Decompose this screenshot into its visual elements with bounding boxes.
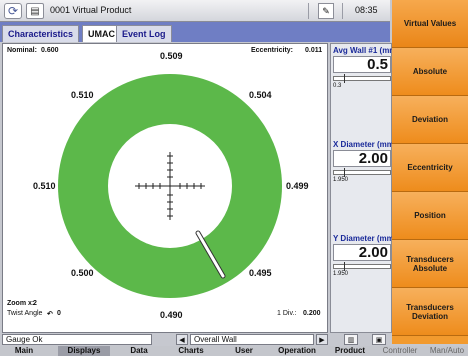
product-title: 0001 Virtual Product xyxy=(50,5,132,15)
division-label: 1 Div.: xyxy=(277,310,297,317)
document-icon[interactable]: ▤ xyxy=(26,3,44,19)
menu-virtual-values[interactable]: Virtual Values xyxy=(392,0,468,48)
reading-value: 2.00 xyxy=(333,150,391,167)
reading-value: 0.5 xyxy=(333,56,391,73)
zoom-label: Zoom x: xyxy=(7,300,35,307)
nav-data[interactable]: Data xyxy=(118,346,160,356)
reading-y-diameter[interactable]: Y Diameter (mm) 2.00 1.950 xyxy=(331,234,393,277)
menu-position[interactable]: Position xyxy=(392,192,468,240)
refresh-icon[interactable]: ⟳ xyxy=(4,3,22,19)
menu-eccentricity[interactable]: Eccentricity xyxy=(392,144,468,192)
status-row: Gauge Ok ◀ Overall Wall ▶ ▥ ▣ xyxy=(0,334,392,346)
nav-main[interactable]: Main xyxy=(0,346,48,356)
wall-value-left: 0.510 xyxy=(33,181,56,191)
nav-charts[interactable]: Charts xyxy=(168,346,214,356)
nav-operation[interactable]: Operation xyxy=(270,346,324,356)
reading-value: 2.00 xyxy=(333,244,391,261)
eccentricity-value: 0.011 xyxy=(305,47,323,54)
nav-user[interactable]: User xyxy=(222,346,266,356)
reading-min: 0.3 xyxy=(333,83,342,89)
reading-avg-wall[interactable]: Avg Wall #1 (mm) 0.5 0.3 xyxy=(331,46,393,89)
wall-value-right: 0.499 xyxy=(286,181,309,191)
clock-time: 08:35 xyxy=(355,5,378,15)
nav-product[interactable]: Product xyxy=(326,346,374,356)
divider xyxy=(342,3,343,19)
bottom-nav: Main Displays Data Charts User Operation… xyxy=(0,346,468,356)
reading-min: 1.950 xyxy=(333,177,349,183)
top-bar: ⟳ ▤ 0001 Virtual Product ✎ 08:35 xyxy=(0,0,390,22)
reading-title: Y Diameter (mm) xyxy=(333,234,393,243)
next-arrow-icon[interactable]: ▶ xyxy=(316,334,328,345)
reading-range-bar xyxy=(333,262,391,271)
reading-min: 1.950 xyxy=(333,271,349,277)
nav-man-auto[interactable]: Man/Auto xyxy=(426,346,468,356)
wall-value-bottom-left: 0.500 xyxy=(71,268,94,278)
eccentricity-label: Eccentricity: xyxy=(251,47,294,54)
reading-title: Avg Wall #1 (mm) xyxy=(333,46,393,55)
wall-plot-panel: Nominal: 0.600 Eccentricity: 0.011 0.509… xyxy=(2,43,328,333)
reading-title: X Diameter (mm) xyxy=(333,140,393,149)
side-menu: Virtual Values Absolute Deviation Eccent… xyxy=(392,0,468,344)
twist-angle-label: Twist Angle xyxy=(7,310,43,317)
reading-range-bar xyxy=(333,168,391,177)
twist-angle-value: 0 xyxy=(57,310,61,317)
readings-column: Avg Wall #1 (mm) 0.5 0.3 X Diameter (mm)… xyxy=(330,43,393,333)
tab-event-log[interactable]: Event Log xyxy=(116,25,172,42)
tab-characteristics[interactable]: Characteristics xyxy=(2,25,80,42)
zoom-value: 2 xyxy=(33,300,37,307)
nav-displays[interactable]: Displays xyxy=(58,346,110,356)
nav-controller[interactable]: Controller xyxy=(376,346,424,356)
menu-transducers-absolute[interactable]: Transducers Absolute xyxy=(392,240,468,288)
gauge-status: Gauge Ok xyxy=(2,334,152,345)
menu-deviation[interactable]: Deviation xyxy=(392,96,468,144)
reading-range-bar xyxy=(333,74,391,83)
edit-icon[interactable]: ✎ xyxy=(318,3,334,19)
wall-value-bottom-right: 0.495 xyxy=(249,268,272,278)
wall-value-top-right: 0.504 xyxy=(249,90,272,100)
nominal-label: Nominal: xyxy=(7,47,37,54)
previous-arrow-icon[interactable]: ◀ xyxy=(176,334,188,345)
tab-bar: Characteristics UMAC Event Log xyxy=(0,22,390,42)
document-icon[interactable]: ▥ xyxy=(344,334,358,345)
wall-value-top-left: 0.510 xyxy=(71,90,94,100)
nominal-value: 0.600 xyxy=(41,47,59,54)
wall-selector[interactable]: Overall Wall xyxy=(190,334,314,345)
divider xyxy=(308,3,309,19)
wall-value-top: 0.509 xyxy=(160,51,183,61)
menu-absolute[interactable]: Absolute xyxy=(392,48,468,96)
reading-x-diameter[interactable]: X Diameter (mm) 2.00 1.950 xyxy=(331,140,393,183)
twist-arrow-icon: ↶ xyxy=(47,311,53,318)
menu-transducers-deviation[interactable]: Transducers Deviation xyxy=(392,288,468,336)
division-value: 0.200 xyxy=(303,310,321,317)
monitor-icon[interactable]: ▣ xyxy=(372,334,386,345)
wall-value-bottom: 0.490 xyxy=(160,310,183,320)
